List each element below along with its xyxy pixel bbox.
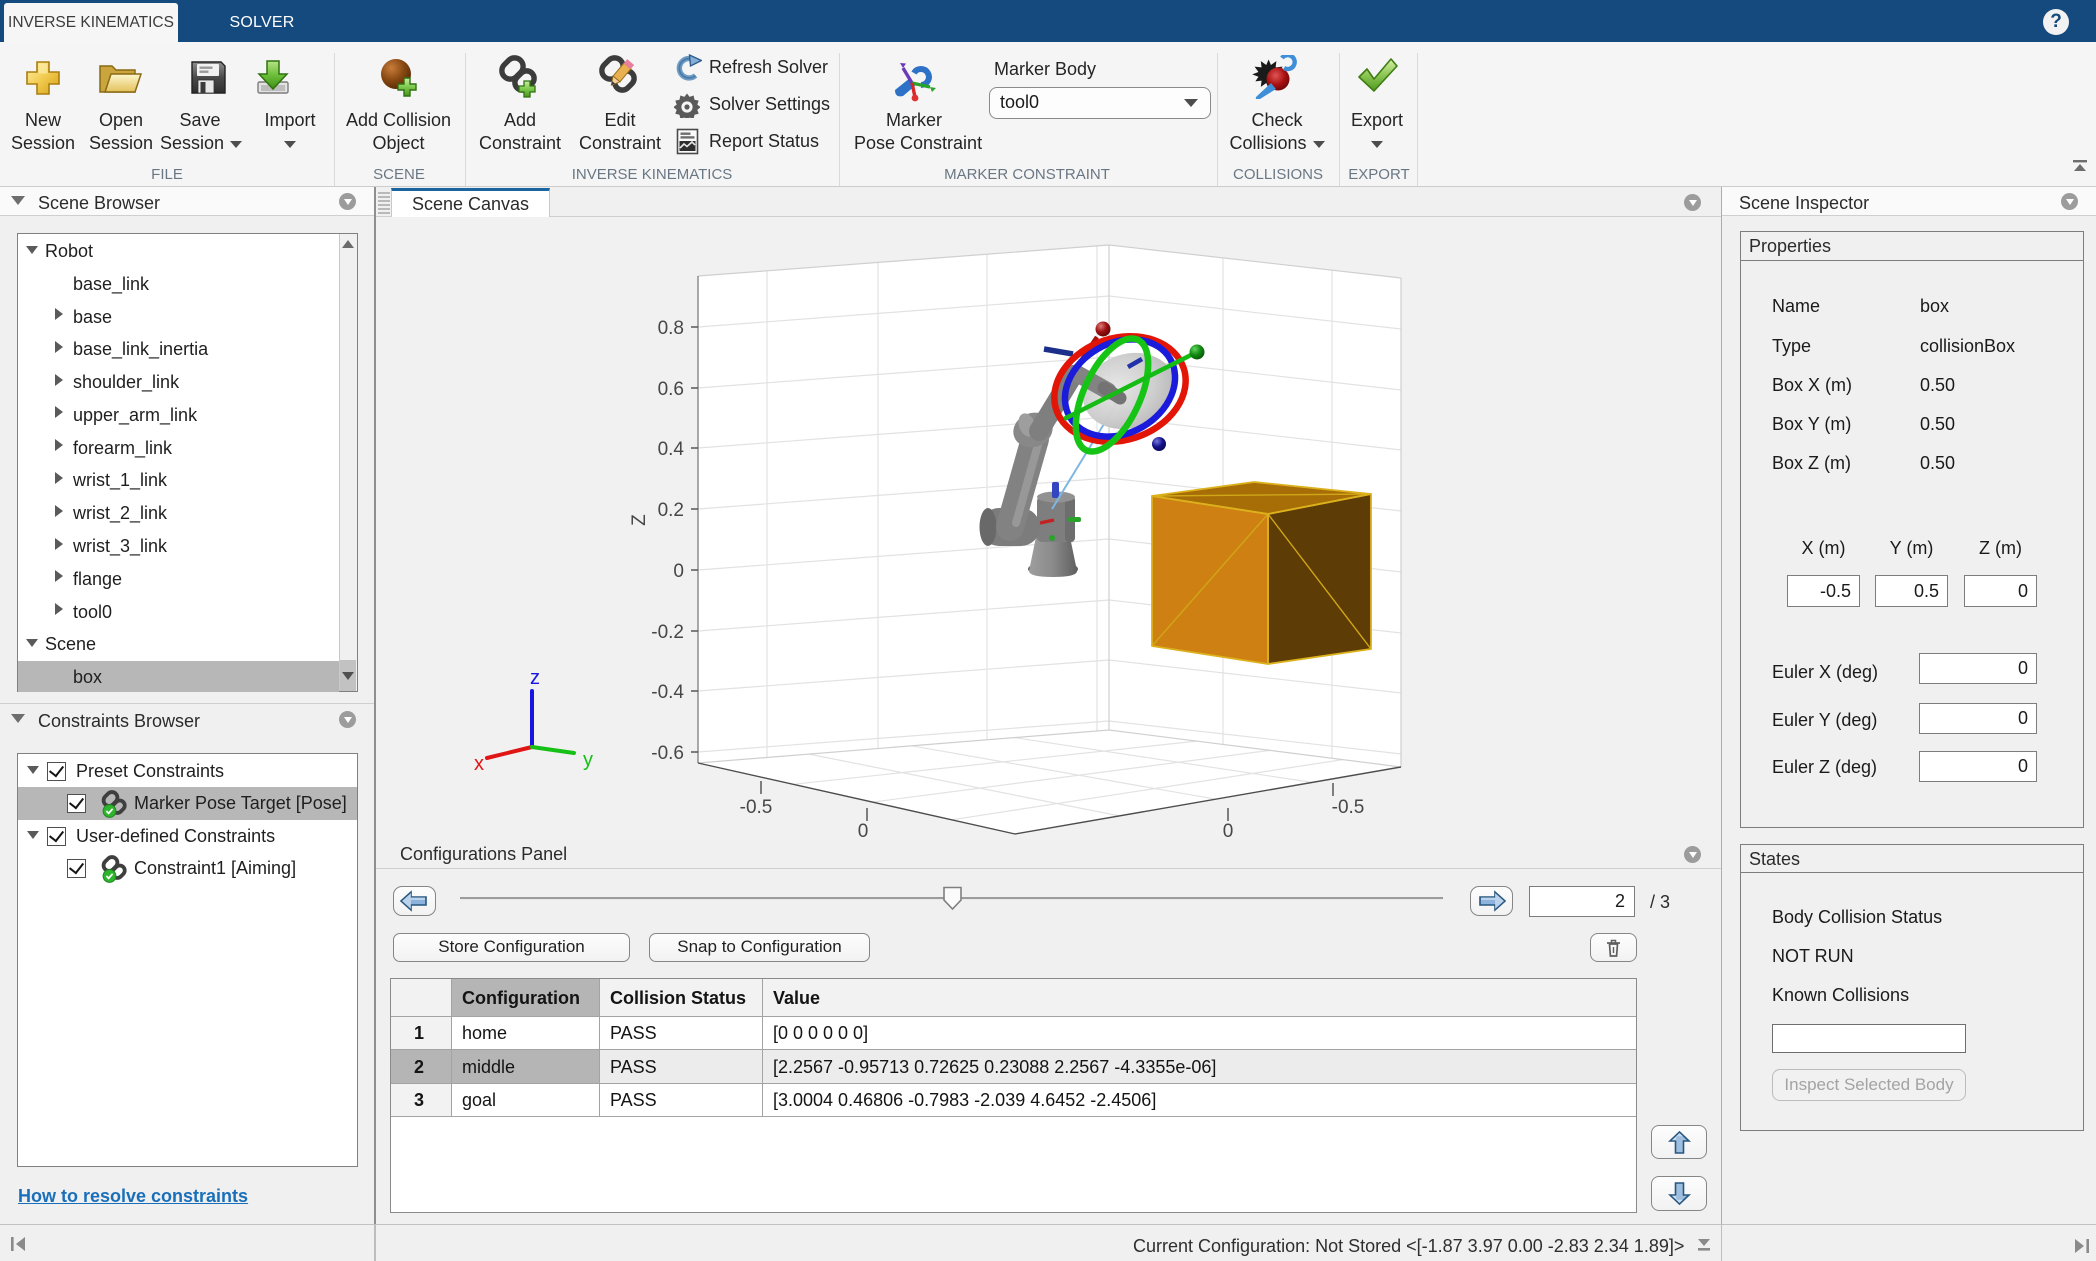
svg-text:y: y xyxy=(583,749,593,771)
svg-text:x: x xyxy=(474,753,484,775)
svg-text:-0.6: -0.6 xyxy=(651,743,684,764)
svg-text:0: 0 xyxy=(673,561,684,582)
svg-text:-0.4: -0.4 xyxy=(651,682,684,703)
svg-text:0.2: 0.2 xyxy=(658,500,684,521)
svg-text:z: z xyxy=(530,667,540,689)
svg-text:-0.2: -0.2 xyxy=(651,622,684,643)
svg-text:0: 0 xyxy=(858,821,869,839)
svg-text:-0.5: -0.5 xyxy=(740,797,773,818)
svg-text:-0.5: -0.5 xyxy=(1332,797,1365,818)
svg-text:0.6: 0.6 xyxy=(658,379,684,400)
svg-text:0.8: 0.8 xyxy=(658,318,684,339)
svg-text:Z: Z xyxy=(629,514,650,526)
svg-text:0.4: 0.4 xyxy=(658,439,685,460)
svg-text:0: 0 xyxy=(1223,821,1234,839)
